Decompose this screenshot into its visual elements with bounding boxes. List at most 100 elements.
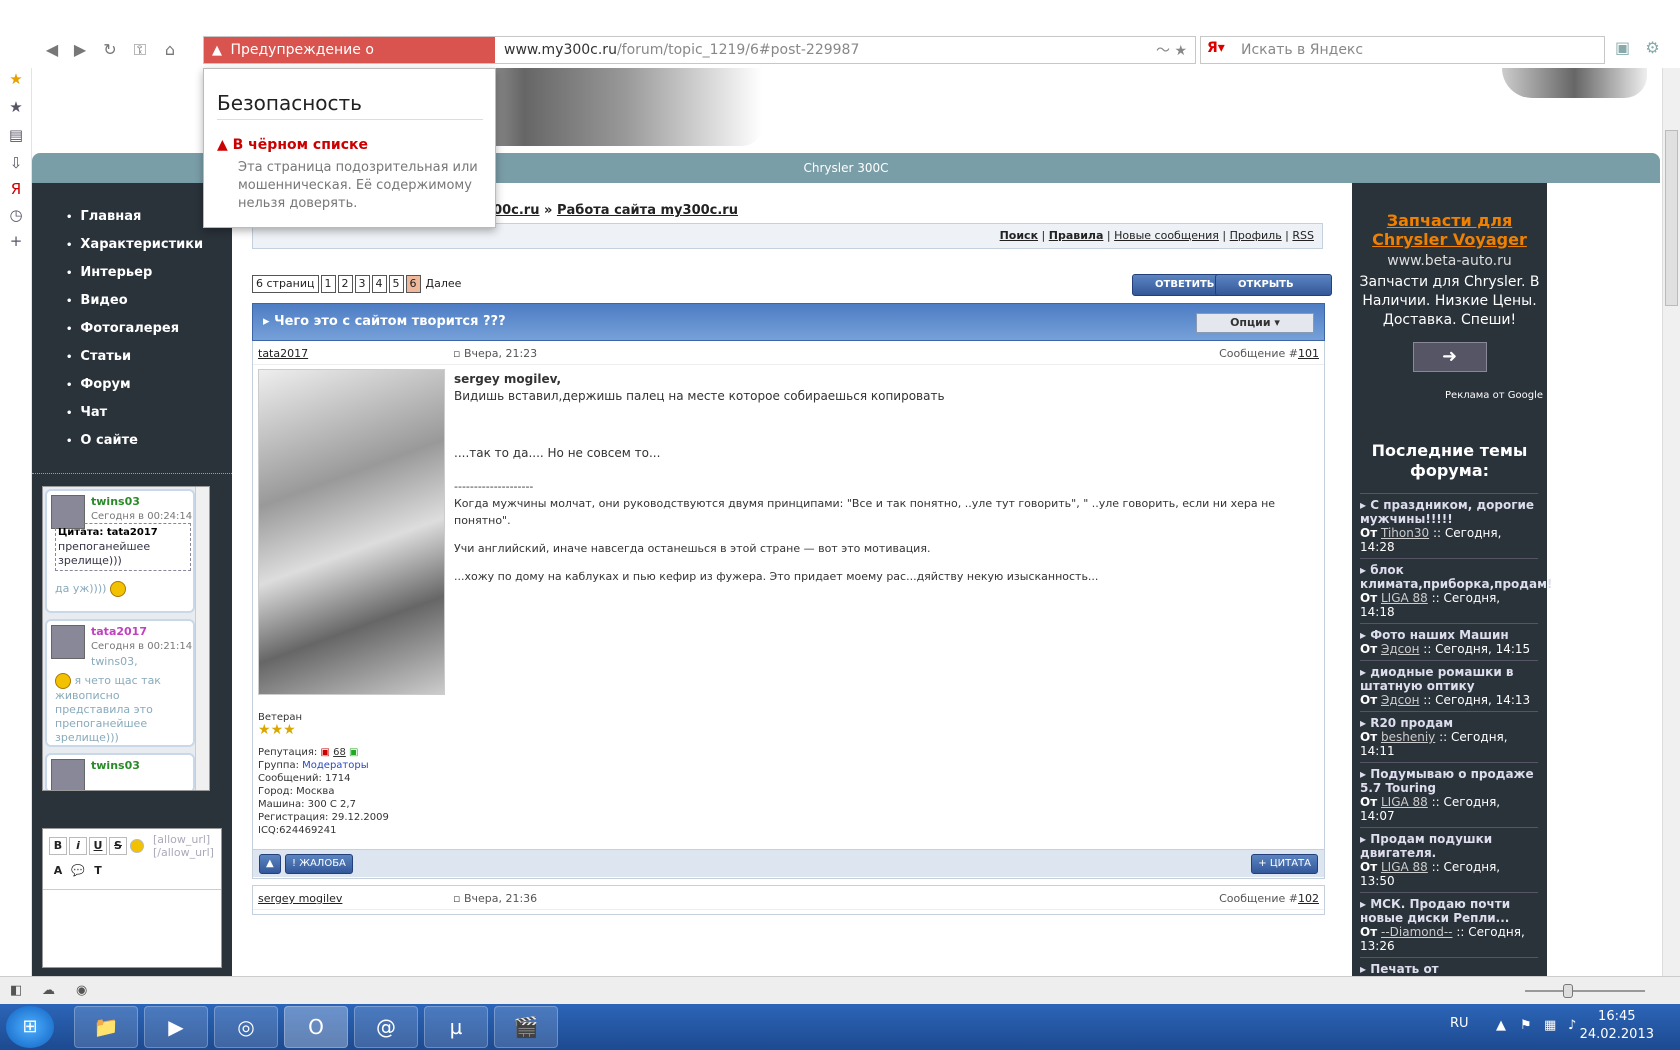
back-icon[interactable]: ◀ <box>40 38 64 62</box>
language-indicator[interactable]: RU <box>1450 1016 1469 1031</box>
menu-item[interactable]: Главная <box>66 203 203 231</box>
new-topic-button[interactable]: ОТКРЫТЬ ТЕМУ <box>1215 274 1332 310</box>
media-classic-taskbar-icon[interactable]: 🎬 <box>494 1006 558 1048</box>
fraud-warning-chip[interactable]: ▲ Предупреждение о мошенничестве <box>204 37 495 85</box>
rss-link[interactable]: RSS <box>1292 229 1314 242</box>
options-button[interactable]: Опции ▾ <box>1196 313 1314 333</box>
menu-item[interactable]: Фотогалерея <box>66 315 203 343</box>
rss-icon[interactable]: 〜 <box>1156 43 1170 59</box>
page-scrollbar[interactable] <box>1662 68 1680 976</box>
ad-url[interactable]: www.beta-auto.ru <box>1352 253 1547 269</box>
yandex-sidebar-icon[interactable]: Я <box>6 180 26 200</box>
topic-link[interactable]: ▸ диодные ромашки в штатную оптику <box>1360 665 1538 693</box>
underline-button[interactable]: U <box>89 837 107 855</box>
downloads-icon[interactable]: ⇩ <box>6 154 26 174</box>
start-button[interactable]: ⊞ <box>6 1006 54 1048</box>
post-number-link[interactable]: 102 <box>1298 892 1319 905</box>
notes-icon[interactable]: ▤ <box>6 126 26 146</box>
topic-link[interactable]: ▸ Печать от <box>1360 962 1538 976</box>
history-icon[interactable]: ◷ <box>6 206 26 226</box>
color-button[interactable]: A <box>49 863 67 881</box>
complaint-button[interactable]: ! ЖАЛОБА <box>285 854 353 874</box>
reload-icon[interactable]: ↻ <box>98 38 122 62</box>
avatar[interactable] <box>51 759 85 790</box>
avatar[interactable] <box>51 625 85 659</box>
topic-link[interactable]: ▸ R20 продам <box>1360 716 1538 730</box>
scroll-top-button[interactable]: ▲ <box>259 854 281 874</box>
group-value[interactable]: Модераторы <box>302 760 368 771</box>
scrollbar-thumb[interactable] <box>1665 130 1678 306</box>
page-link[interactable]: 5 <box>388 275 404 293</box>
topic-link[interactable]: ▸ блок климата,приборка,продам! <box>1360 563 1552 591</box>
key-icon[interactable]: ⚿ <box>128 38 152 62</box>
yandex-icon[interactable]: Я▾ <box>1207 40 1225 60</box>
topic-link[interactable]: ▸ Продам подушки двигателя. <box>1360 832 1538 860</box>
comment-button[interactable]: 💬 <box>69 863 87 881</box>
action-center-icon[interactable]: ⚑ <box>1520 1018 1532 1033</box>
ad-title[interactable]: Запчасти для Chrysler Voyager <box>1352 211 1547 249</box>
topic-link[interactable]: ▸ Подумываю о продаже 5.7 Touring <box>1360 767 1538 795</box>
volume-icon[interactable]: ♪ <box>1568 1018 1576 1033</box>
next-page-link[interactable]: Далее <box>423 276 465 294</box>
ad-by-google[interactable]: Реклама от Google <box>1352 390 1547 401</box>
zoom-slider-thumb[interactable] <box>1563 984 1573 998</box>
mail-agent-taskbar-icon[interactable]: @ <box>354 1006 418 1048</box>
page-link[interactable]: 2 <box>337 275 353 293</box>
add-panel-icon[interactable]: + <box>6 232 26 252</box>
topic-author[interactable]: Tihon30 <box>1381 526 1429 540</box>
new-posts-link[interactable]: Новые сообщения <box>1114 229 1219 242</box>
font-button[interactable]: T <box>89 863 107 881</box>
cloud-icon[interactable]: ☁ <box>42 983 55 998</box>
tray-expand-icon[interactable]: ▲ <box>1496 1018 1506 1033</box>
save-page-icon[interactable]: ▣ <box>1615 38 1630 57</box>
profile-link[interactable]: Профиль <box>1230 229 1282 242</box>
smiley-button[interactable] <box>129 838 147 856</box>
utorrent-taskbar-icon[interactable]: µ <box>424 1006 488 1048</box>
topic-author[interactable]: LIGA 88 <box>1381 795 1428 809</box>
turbo-icon[interactable]: ◉ <box>76 983 87 998</box>
opera-taskbar-icon[interactable]: O <box>284 1006 348 1048</box>
post-number-link[interactable]: 101 <box>1298 347 1319 360</box>
post-author[interactable]: tata2017 <box>258 347 308 360</box>
menu-item[interactable]: Видео <box>66 287 203 315</box>
search-bar[interactable]: Я▾ Искать в Яндекс <box>1200 36 1605 64</box>
clock[interactable]: 16:45 24.02.2013 <box>1580 1008 1654 1044</box>
shout-author[interactable]: twins03 <box>91 759 140 772</box>
topic-author[interactable]: LIGA 88 <box>1381 860 1428 874</box>
bookmark-star-icon[interactable]: ★ <box>1174 43 1187 59</box>
favorites-icon[interactable]: ★ <box>6 70 26 90</box>
shoutbox-scrollbar[interactable] <box>195 487 209 790</box>
rules-link[interactable]: Правила <box>1049 229 1104 242</box>
shout-author[interactable]: tata2017 <box>91 625 147 638</box>
zoom-slider[interactable] <box>1525 984 1645 998</box>
page-link[interactable]: 4 <box>371 275 387 293</box>
minus-rep-icon[interactable]: ▣ <box>320 747 329 758</box>
menu-item[interactable]: Интерьер <box>66 259 203 287</box>
topic-link[interactable]: ▸ С праздником, дорогие мужчины!!!!! <box>1360 498 1538 526</box>
strike-button[interactable]: S <box>109 837 127 855</box>
page-link[interactable]: 3 <box>354 275 370 293</box>
menu-item[interactable]: Характеристики <box>66 231 203 259</box>
bold-button[interactable]: B <box>49 837 67 855</box>
plus-rep-icon[interactable]: ▣ <box>349 747 358 758</box>
menu-item[interactable]: Статьи <box>66 343 203 371</box>
menu-item[interactable]: Форум <box>66 371 203 399</box>
home-icon[interactable]: ⌂ <box>158 38 182 62</box>
menu-item[interactable]: Чат <box>66 399 203 427</box>
topic-link[interactable]: ▸ Фото наших Машин <box>1360 628 1538 642</box>
post-addressee[interactable]: sergey mogilev, <box>454 372 561 386</box>
panel-toggle-icon[interactable]: ◧ <box>10 983 22 998</box>
forward-icon[interactable]: ▶ <box>68 38 92 62</box>
network-icon[interactable]: ▦ <box>1544 1018 1556 1033</box>
topic-author[interactable]: Эдсон <box>1381 693 1419 707</box>
topic-link[interactable]: ▸ МСК. Продаю почти новые диски Репли... <box>1360 897 1538 925</box>
reputation-value[interactable]: 68 <box>333 747 346 758</box>
address-bar[interactable]: ▲ Предупреждение о мошенничестве www.my3… <box>203 36 1196 85</box>
explorer-taskbar-icon[interactable]: 📁 <box>74 1006 138 1048</box>
breadcrumb-link[interactable]: Работа сайта my300c.ru <box>557 203 738 218</box>
shout-textarea[interactable] <box>43 889 221 951</box>
search-input[interactable]: Искать в Яндекс <box>1241 37 1363 63</box>
topic-author[interactable]: Эдсон <box>1381 642 1419 656</box>
shout-author[interactable]: twins03 <box>91 495 140 508</box>
url-text[interactable]: www.my300c.ru/forum/topic_1219/6#post-22… <box>504 37 859 63</box>
